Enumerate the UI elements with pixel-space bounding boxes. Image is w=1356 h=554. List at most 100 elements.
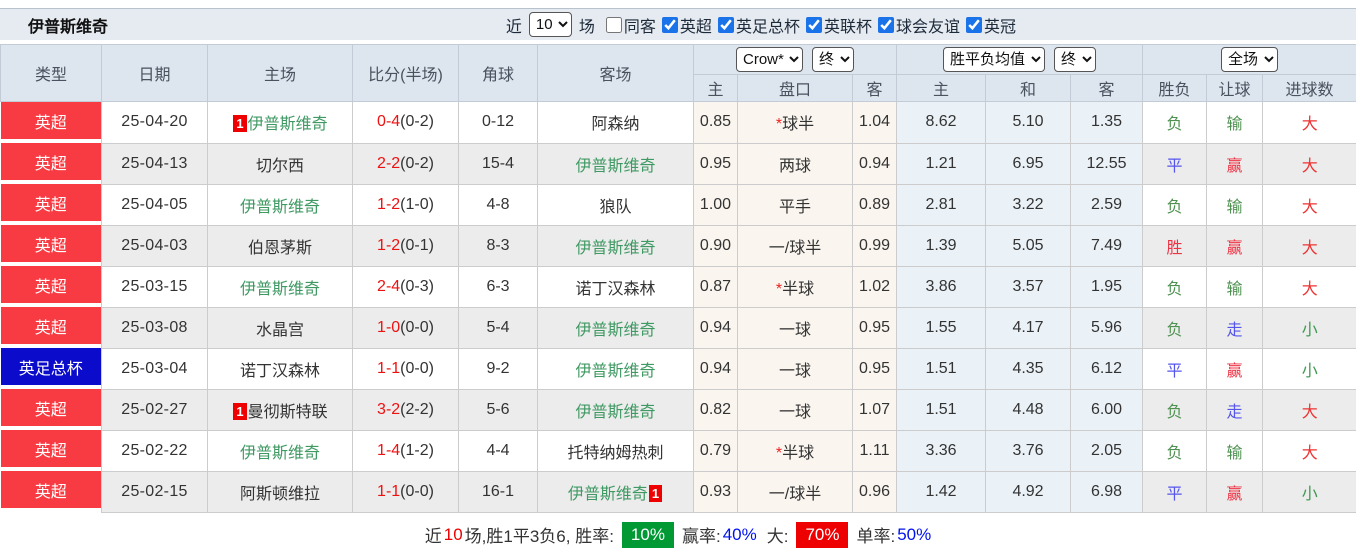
odds-source-select[interactable]: Crow* (736, 47, 803, 72)
club-friendly-checkbox[interactable] (878, 17, 894, 33)
mean-time-select[interactable]: 终 (1054, 47, 1096, 72)
home-team-cell: 1伊普斯维奇 (208, 102, 353, 144)
score-cell: 1-2(0-1) (353, 225, 459, 266)
filter-same-away[interactable]: 同客 (600, 13, 656, 37)
filter-fa-cup[interactable]: 英足总杯 (712, 13, 800, 37)
filter-premier-league[interactable]: 英超 (656, 13, 712, 37)
home-team-cell: 1曼彻斯特联 (208, 389, 353, 430)
col-header-corners: 角球 (459, 45, 538, 102)
col-header-score: 比分(半场) (353, 45, 459, 102)
result-cell: 负 (1143, 266, 1207, 307)
col-header-type: 类型 (1, 45, 102, 102)
date-cell: 25-03-08 (102, 307, 208, 348)
league-badge: 英超 (1, 143, 102, 180)
home-team-name: 伊普斯维奇 (240, 199, 320, 216)
result-cell: 负 (1143, 389, 1207, 430)
mean-away-cell: 2.59 (1071, 184, 1143, 225)
mean-away-cell: 12.55 (1071, 143, 1143, 184)
mean-draw-cell: 3.57 (986, 266, 1071, 307)
result-cell: 平 (1143, 348, 1207, 389)
recent-count-select[interactable]: 10 (529, 12, 572, 37)
table-row: 英超 25-02-27 1曼彻斯特联 3-2(2-2) 5-6 伊普斯维奇 0.… (1, 389, 1356, 430)
filter-league-cup[interactable]: 英联杯 (800, 13, 872, 37)
mean-away-cell: 5.96 (1071, 307, 1143, 348)
championship-checkbox[interactable] (966, 17, 982, 33)
half-time-score: (0-0) (400, 483, 434, 500)
away-team-cell: 托特纳姆热刺 (538, 430, 694, 471)
league-cup-checkbox[interactable] (806, 17, 822, 33)
home-team-name: 水晶宫 (256, 322, 304, 339)
date-cell: 25-02-27 (102, 389, 208, 430)
fa-cup-checkbox[interactable] (718, 17, 734, 33)
corners-cell: 0-12 (459, 102, 538, 144)
mean-away-cell: 7.49 (1071, 225, 1143, 266)
mean-away-cell: 1.95 (1071, 266, 1143, 307)
home-team-name: 伊普斯维奇 (240, 281, 320, 298)
handicap-line-text: 一球 (779, 363, 811, 380)
away-team-cell: 伊普斯维奇 (538, 348, 694, 389)
odds-home-cell: 0.95 (694, 143, 738, 184)
handicap-result-cell: 赢 (1207, 471, 1263, 512)
scope-select[interactable]: 全场 (1221, 47, 1278, 72)
home-team-name: 伊普斯维奇 (240, 445, 320, 462)
team-header-bar: 伊普斯维奇 近 10 场 同客 英超 英足总杯 英联杯 球会友谊 英冠 (0, 8, 1356, 40)
away-team-name: 伊普斯维奇 (575, 322, 655, 339)
home-team-name: 诺丁汉森林 (240, 363, 320, 380)
handicap-line-cell: 一球 (738, 307, 853, 348)
team-title: 伊普斯维奇 (28, 13, 108, 37)
league-cell: 英超 (1, 143, 102, 184)
handicap-line-cell: *球半 (738, 102, 853, 144)
away-team-name: 伊普斯维奇 (575, 158, 655, 175)
mean-group-header: 胜平负均值 终 (897, 45, 1143, 75)
same-away-checkbox[interactable] (606, 17, 622, 33)
corners-cell: 16-1 (459, 471, 538, 512)
full-time-score: 1-1 (377, 360, 400, 377)
odds-time-select[interactable]: 终 (812, 47, 854, 72)
mean-away-cell: 6.00 (1071, 389, 1143, 430)
away-team-cell: 狼队 (538, 184, 694, 225)
odds-group-header: Crow* 终 (694, 45, 897, 75)
goals-result-cell: 小 (1263, 348, 1356, 389)
handicap-result-cell: 赢 (1207, 225, 1263, 266)
home-team-name: 切尔西 (256, 158, 304, 175)
home-team-cell: 伊普斯维奇 (208, 266, 353, 307)
odds-home-cell: 0.94 (694, 348, 738, 389)
mean-home-cell: 1.42 (897, 471, 986, 512)
result-cell: 负 (1143, 430, 1207, 471)
mean-away-cell: 1.35 (1071, 102, 1143, 144)
table-row: 英足总杯 25-03-04 诺丁汉森林 1-1(0-0) 9-2 伊普斯维奇 0… (1, 348, 1356, 389)
away-team-cell: 伊普斯维奇1 (538, 471, 694, 512)
mean-home-cell: 3.86 (897, 266, 986, 307)
handicap-line-cell: *半球 (738, 266, 853, 307)
score-cell: 1-1(0-0) (353, 348, 459, 389)
half-time-score: (0-2) (400, 155, 434, 172)
recent-label: 近 (506, 13, 522, 37)
date-cell: 25-03-15 (102, 266, 208, 307)
league-badge: 英超 (1, 102, 102, 139)
mean-away-cell: 2.05 (1071, 430, 1143, 471)
handicap-line-text: 一球 (779, 404, 811, 421)
premier-league-checkbox[interactable] (662, 17, 678, 33)
handicap-line-text: 半球 (782, 281, 814, 298)
red-card-badge: 1 (233, 115, 246, 132)
away-team-cell: 伊普斯维奇 (538, 389, 694, 430)
score-cell: 1-2(1-0) (353, 184, 459, 225)
mean-draw-cell: 4.92 (986, 471, 1071, 512)
goals-result-cell: 大 (1263, 102, 1356, 144)
col-header-odds-handicap: 盘口 (738, 75, 853, 102)
home-team-cell: 诺丁汉森林 (208, 348, 353, 389)
mean-home-cell: 1.51 (897, 389, 986, 430)
odds-away-cell: 1.02 (853, 266, 897, 307)
odds-home-cell: 0.79 (694, 430, 738, 471)
full-time-score: 1-1 (377, 483, 400, 500)
table-row: 英超 25-04-20 1伊普斯维奇 0-4(0-2) 0-12 阿森纳 0.8… (1, 102, 1356, 144)
handicap-line-cell: *半球 (738, 430, 853, 471)
big-rate-badge: 70% (796, 522, 848, 548)
handicap-line-cell: 一球 (738, 348, 853, 389)
filter-championship[interactable]: 英冠 (960, 13, 1016, 37)
mean-source-select[interactable]: 胜平负均值 (943, 47, 1045, 72)
date-cell: 25-04-20 (102, 102, 208, 144)
goals-result-cell: 小 (1263, 307, 1356, 348)
odds-away-cell: 0.95 (853, 307, 897, 348)
filter-club-friendly[interactable]: 球会友谊 (872, 13, 960, 37)
